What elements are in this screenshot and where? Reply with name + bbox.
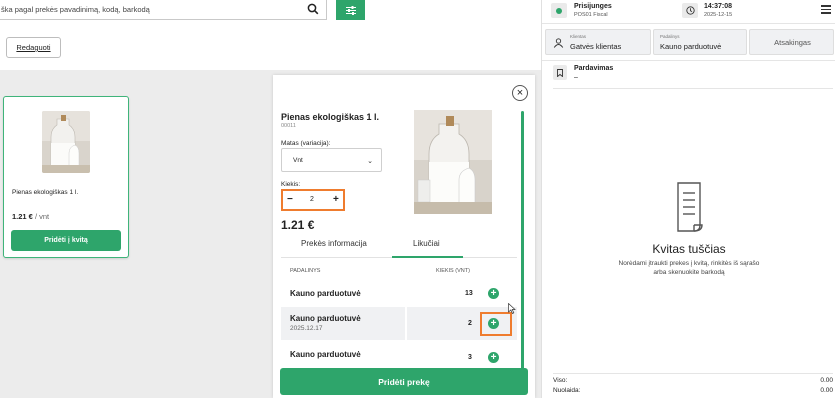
quantity-label: Kiekis: — [281, 181, 301, 188]
column-header-quantity: KIEKIS (VNT) — [436, 268, 470, 274]
division-selector[interactable]: Padalinys Kauno parduotuvė — [653, 29, 747, 55]
receipt-icon — [677, 182, 703, 232]
tab-product-info[interactable]: Prekės informacija — [301, 239, 367, 248]
mouse-cursor-icon — [508, 303, 516, 314]
bookmark-icon — [553, 65, 567, 80]
product-image — [42, 111, 90, 173]
empty-receipt-title: Kvitas tuščias — [652, 242, 726, 256]
divider — [542, 23, 835, 24]
divider — [553, 373, 833, 374]
add-plus-icon[interactable]: + — [488, 288, 499, 299]
table-row: Kauno parduotuvė 13 + — [281, 285, 517, 305]
modal-price: 1.21 € — [281, 218, 315, 232]
variation-select[interactable]: Vnt ⌄ — [281, 148, 382, 172]
table-row: Kauno parduotuvė 3 + — [281, 347, 517, 367]
chevron-down-icon: ⌄ — [367, 158, 373, 165]
user-icon — [553, 38, 564, 48]
decrease-quantity-button[interactable]: − — [287, 194, 293, 205]
increase-quantity-button[interactable]: + — [333, 194, 339, 205]
client-label: Klientas — [570, 34, 587, 39]
empty-receipt-description: Norėdami įtraukti prekes į kvitą, rinkit… — [618, 260, 760, 276]
highlight-box — [480, 312, 512, 336]
sale-value: – — [574, 74, 578, 81]
discount-value: 0.00 — [820, 387, 833, 394]
status-indicator — [551, 3, 567, 18]
quantity-value[interactable]: 2 — [310, 196, 314, 203]
close-icon[interactable]: × — [512, 85, 528, 101]
search-icon[interactable] — [307, 3, 319, 15]
product-code: 00011 — [281, 123, 296, 129]
divider — [553, 88, 833, 89]
row-store: Kauno parduotuvė — [290, 289, 361, 298]
row-quantity: 13 — [465, 290, 473, 297]
add-product-button[interactable]: Pridėti prekę — [280, 368, 528, 395]
filter-button[interactable] — [336, 0, 365, 20]
sale-label: Pardavimas — [574, 65, 614, 72]
responsible-selector[interactable]: Atsakingas — [749, 29, 834, 55]
current-date: 2025-12-15 — [704, 12, 733, 18]
division-label: Padalinys — [660, 34, 680, 39]
row-quantity: 3 — [468, 354, 472, 361]
discount-label: Nuolaida: — [553, 387, 581, 394]
variation-value: Vnt — [293, 157, 303, 164]
column-header-division: PADALINYS — [290, 268, 321, 274]
division-value: Kauno parduotuvė — [660, 42, 722, 51]
add-to-receipt-button[interactable]: Pridėti į kvitą — [11, 230, 121, 251]
search-bar — [0, 0, 327, 20]
variation-label: Matas (variacija): — [281, 140, 331, 147]
row-store: Kauno parduotuvė — [290, 314, 361, 323]
current-time: 14:37:08 — [704, 3, 733, 10]
scrollbar[interactable] — [521, 111, 524, 371]
add-plus-icon[interactable]: + — [488, 352, 499, 363]
tab-stock[interactable]: Likučiai — [413, 239, 440, 248]
clock-icon — [682, 3, 698, 18]
row-quantity: 2 — [468, 320, 472, 327]
active-tab-indicator — [392, 256, 463, 258]
edit-button[interactable]: Redaguoti — [6, 37, 61, 58]
row-date: 2025.12.17 — [290, 325, 323, 332]
search-input[interactable] — [0, 1, 290, 18]
product-modal: × Pienas ekologiškas 1 l. 00011 Matas (v… — [273, 75, 535, 398]
product-card[interactable]: Pienas ekologiškas 1 l. 1.21 € / vnt Pri… — [3, 96, 129, 258]
divider — [542, 60, 835, 61]
client-value: Gatvės klientas — [570, 42, 622, 51]
responsible-label: Atsakingas — [774, 38, 811, 47]
client-selector[interactable]: Klientas Gatvės klientas — [545, 29, 651, 55]
status-dot-icon — [556, 7, 562, 14]
pos-name: POS01 Fiscal — [574, 12, 608, 18]
total-value: 0.00 — [820, 377, 833, 384]
row-store: Kauno parduotuvė — [290, 350, 361, 359]
filter-sliders-icon — [345, 5, 356, 15]
product-price: 1.21 € / vnt — [12, 212, 50, 221]
receipt-panel: Prisijunges POS01 Fiscal 14:37:08 2025-1… — [541, 0, 835, 398]
quantity-stepper: − 2 + — [281, 189, 345, 211]
total-label: Viso: — [553, 377, 568, 384]
connection-status: Prisijunges — [574, 3, 612, 10]
product-name: Pienas ekologiškas 1 l. — [12, 189, 79, 196]
hamburger-menu-icon[interactable] — [821, 5, 831, 14]
modal-title: Pienas ekologiškas 1 l. — [281, 112, 380, 122]
modal-product-image — [414, 110, 492, 214]
